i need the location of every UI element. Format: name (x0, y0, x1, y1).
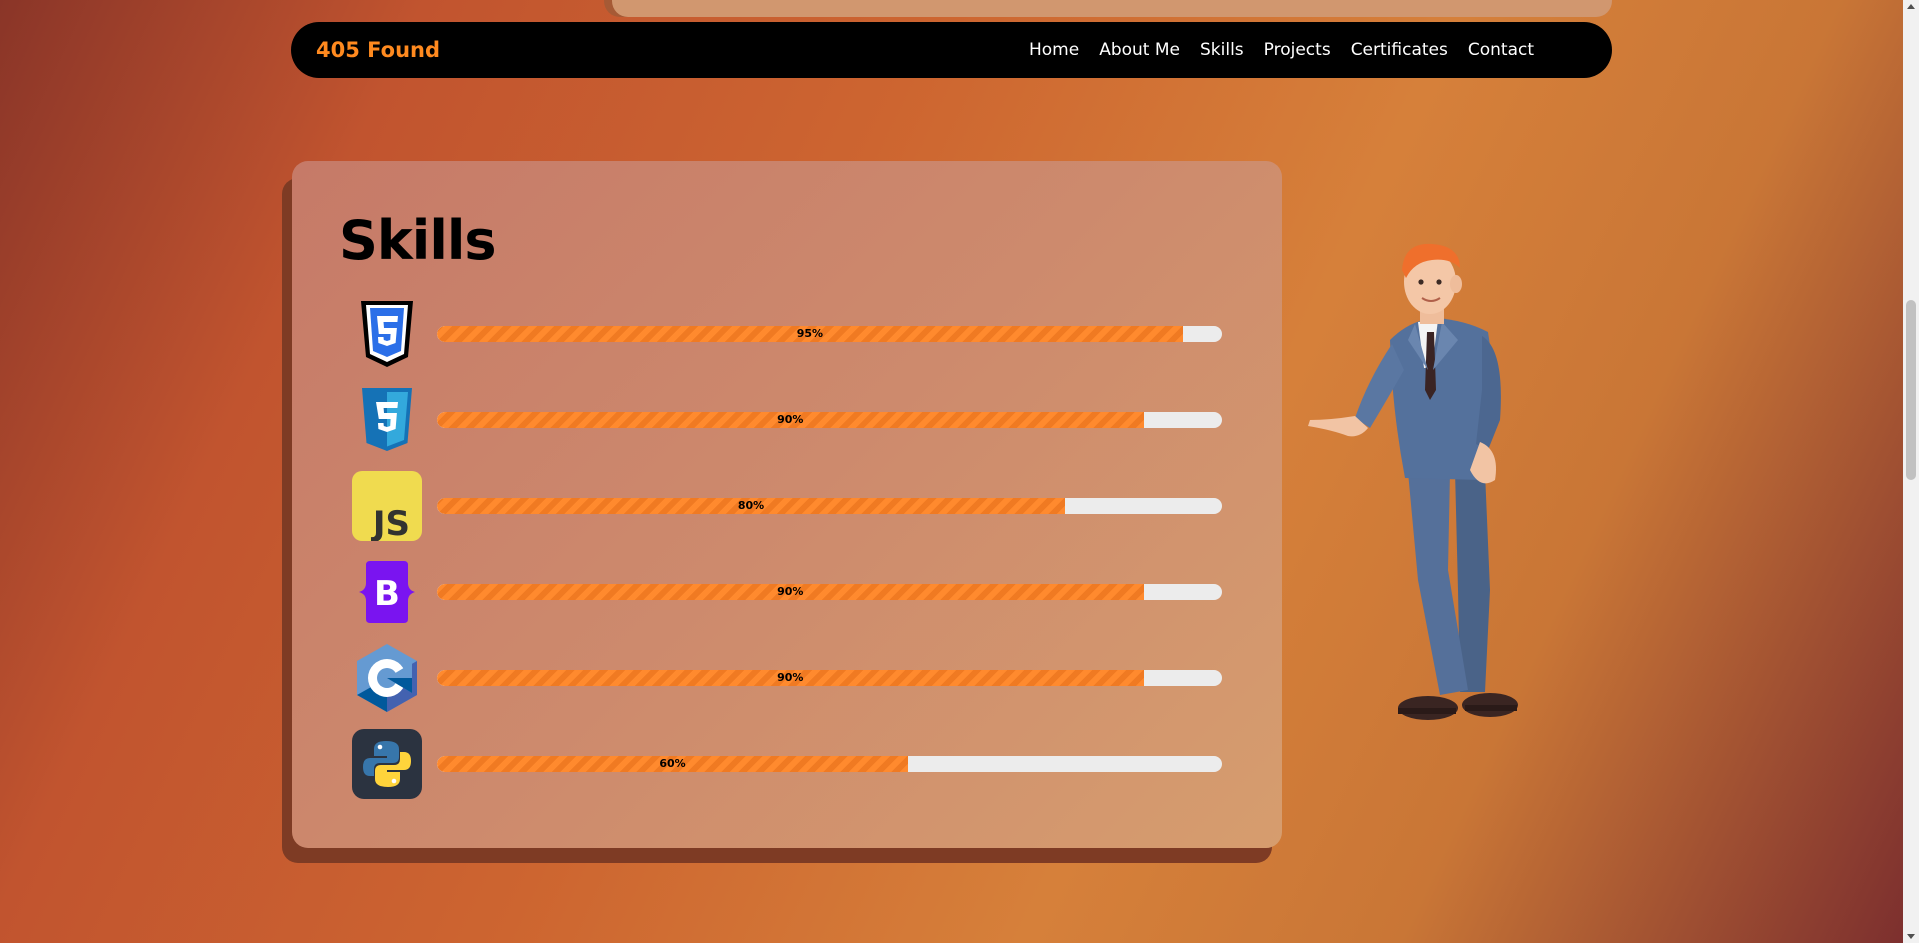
nav-link-about-me[interactable]: About Me (1099, 40, 1180, 60)
skill-row-css3: 90% (352, 385, 1222, 455)
scroll-down-arrow-icon[interactable] (1907, 934, 1915, 939)
skill-percent-label: 90% (777, 585, 804, 598)
nav-link-contact[interactable]: Contact (1468, 40, 1534, 60)
skill-row-python: 60% (352, 729, 1222, 799)
skill-progress-bar: 60% (437, 756, 1222, 772)
skill-percent-label: 95% (796, 327, 824, 340)
skill-progress-bar: 95% (437, 326, 1222, 342)
html5-icon (361, 301, 413, 367)
c-language-icon (357, 644, 417, 712)
skill-progress-bar: 90% (437, 670, 1222, 686)
nav-link-projects[interactable]: Projects (1264, 40, 1331, 60)
skill-row-html5: 95% (352, 299, 1222, 369)
skill-row-bootstrap: B 90% (352, 557, 1222, 627)
skills-title: Skills (339, 209, 496, 272)
skill-percent-label: 90% (777, 413, 804, 426)
nav-link-skills[interactable]: Skills (1200, 40, 1244, 60)
skill-percent-label: 60% (659, 757, 686, 770)
brand-logo[interactable]: 405 Found (316, 38, 440, 62)
nav-link-certificates[interactable]: Certificates (1351, 40, 1448, 60)
skill-progress-bar: 80% (437, 498, 1222, 514)
skill-row-c-language: 90% (352, 643, 1222, 713)
navbar: 405 Found Home About Me Skills Projects … (291, 22, 1612, 78)
bootstrap-icon: B (359, 561, 415, 623)
svg-text:JS: JS (371, 504, 410, 541)
scroll-up-arrow-icon[interactable] (1907, 4, 1915, 9)
nav-link-home[interactable]: Home (1029, 40, 1079, 60)
svg-text:B: B (374, 574, 400, 614)
businessman-illustration (1308, 243, 1518, 720)
skill-row-javascript: JS 80% (352, 471, 1222, 541)
skill-progress-bar: 90% (437, 584, 1222, 600)
javascript-icon: JS (352, 471, 422, 541)
previous-section-card (612, 0, 1612, 17)
skill-progress-bar: 90% (437, 412, 1222, 428)
scrollbar[interactable] (1903, 0, 1919, 943)
python-icon (352, 729, 422, 799)
scrollbar-thumb[interactable] (1906, 300, 1916, 480)
skill-percent-label: 90% (777, 671, 804, 684)
css3-icon (362, 388, 412, 451)
skill-percent-label: 80% (737, 499, 765, 512)
nav-links: Home About Me Skills Projects Certificat… (1029, 40, 1534, 60)
skills-card: Skills 95% 90% JS 80% B 90% 90% 60% (292, 161, 1282, 848)
